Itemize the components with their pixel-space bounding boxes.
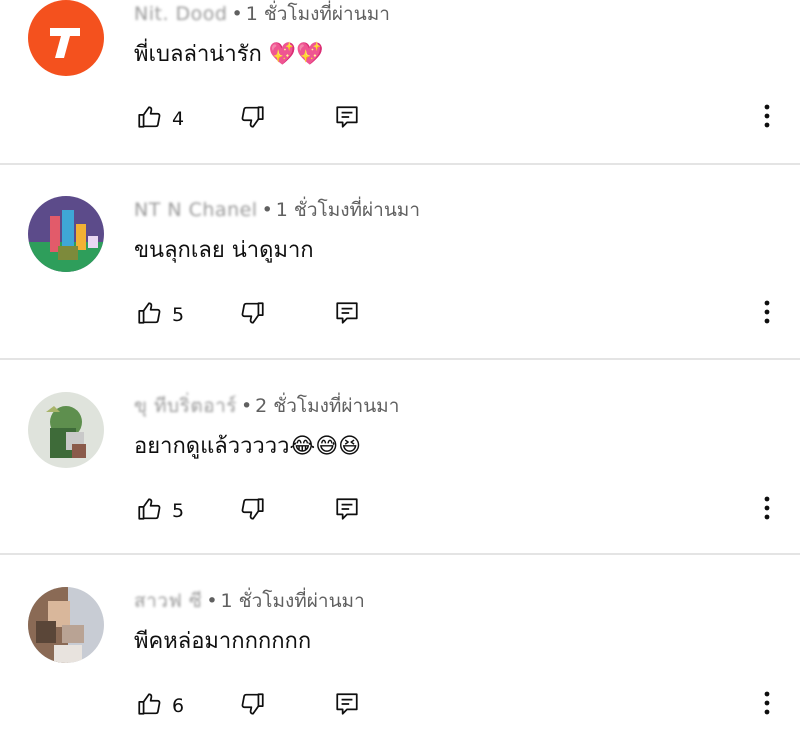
author-name[interactable]: สาวฟ ซี	[134, 589, 202, 613]
thumb-down-icon	[240, 300, 266, 330]
divider	[0, 358, 800, 360]
comment-time[interactable]: 1 ชั่วโมงที่ผ่านมา	[221, 590, 365, 612]
comment-item: NT N Chanel • 1 ชั่วโมงที่ผ่านมา ขนลุกเลย …	[0, 166, 800, 362]
comment-time[interactable]: 1 ชั่วโมงที่ผ่านมา	[276, 199, 420, 221]
like-count: 6	[172, 695, 185, 717]
comment-actions: 5	[0, 296, 800, 332]
dislike-button[interactable]	[240, 496, 266, 526]
comment-text: ขนลุกเลย น่าดูมาก	[134, 238, 314, 263]
avatar[interactable]	[28, 196, 104, 272]
like-button[interactable]: 5	[136, 496, 184, 526]
more-options-button[interactable]	[756, 102, 778, 134]
comment-actions: 4	[0, 100, 800, 136]
author-name[interactable]: Nit. Dood	[134, 2, 227, 26]
divider	[0, 163, 800, 165]
comment-actions: 5	[0, 492, 800, 528]
avatar[interactable]	[28, 587, 104, 663]
more-vert-icon	[756, 689, 778, 721]
comment-item: ขุ ทีบริ่ตอาร์ • 2 ชั่วโมงที่ผ่านมา อยากดู…	[0, 362, 800, 558]
more-options-button[interactable]	[756, 298, 778, 330]
comment-text: พีคหล่อมากกกกกก	[134, 629, 312, 654]
reply-icon	[334, 104, 360, 134]
comment-meta: ขุ ทีบริ่ตอาร์ • 2 ชั่วโมงที่ผ่านมา	[134, 394, 400, 418]
reply-button[interactable]	[334, 496, 360, 526]
reply-icon	[334, 691, 360, 721]
thumb-down-icon	[240, 496, 266, 526]
comment-time[interactable]: 1 ชั่วโมงที่ผ่านมา	[246, 3, 390, 25]
like-count: 4	[172, 108, 185, 130]
like-button[interactable]: 6	[136, 691, 184, 721]
like-button[interactable]: 5	[136, 300, 184, 330]
reply-button[interactable]	[334, 300, 360, 330]
divider	[0, 553, 800, 555]
author-name[interactable]: NT N Chanel	[134, 198, 258, 222]
thumb-down-icon	[240, 104, 266, 134]
thumb-up-icon	[136, 496, 162, 526]
dislike-button[interactable]	[240, 691, 266, 721]
reply-icon	[334, 496, 360, 526]
comment-meta: สาวฟ ซี • 1 ชั่วโมงที่ผ่านมา	[134, 589, 365, 613]
comment-meta: NT N Chanel • 1 ชั่วโมงที่ผ่านมา	[134, 198, 421, 222]
comment-item: สาวฟ ซี • 1 ชั่วโมงที่ผ่านมา พีคหล่อมากกกก…	[0, 557, 800, 753]
more-options-button[interactable]	[756, 689, 778, 721]
reply-icon	[334, 300, 360, 330]
comment-text: พี่เบลล่าน่ารัก 💖💖	[134, 42, 324, 67]
comment-actions: 6	[0, 687, 800, 723]
comment-time[interactable]: 2 ชั่วโมงที่ผ่านมา	[255, 395, 399, 417]
more-options-button[interactable]	[756, 494, 778, 526]
dislike-button[interactable]	[240, 300, 266, 330]
comment-meta: Nit. Dood • 1 ชั่วโมงที่ผ่านมา	[134, 2, 390, 26]
comment-text: อยากดูแล้ววววว😂😅😆	[134, 434, 362, 459]
reply-button[interactable]	[334, 691, 360, 721]
comment-item: Nit. Dood • 1 ชั่วโมงที่ผ่านมา พี่เบลล่าน่…	[0, 0, 800, 166]
more-vert-icon	[756, 298, 778, 330]
more-vert-icon	[756, 494, 778, 526]
thumb-up-icon	[136, 104, 162, 134]
author-name[interactable]: ขุ ทีบริ่ตอาร์	[134, 394, 237, 418]
avatar[interactable]	[28, 0, 104, 76]
more-vert-icon	[756, 102, 778, 134]
avatar[interactable]	[28, 392, 104, 468]
like-button[interactable]: 4	[136, 104, 184, 134]
reply-button[interactable]	[334, 104, 360, 134]
like-count: 5	[172, 304, 185, 326]
thumb-up-icon	[136, 300, 162, 330]
thumb-down-icon	[240, 691, 266, 721]
thumb-up-icon	[136, 691, 162, 721]
like-count: 5	[172, 500, 185, 522]
dislike-button[interactable]	[240, 104, 266, 134]
